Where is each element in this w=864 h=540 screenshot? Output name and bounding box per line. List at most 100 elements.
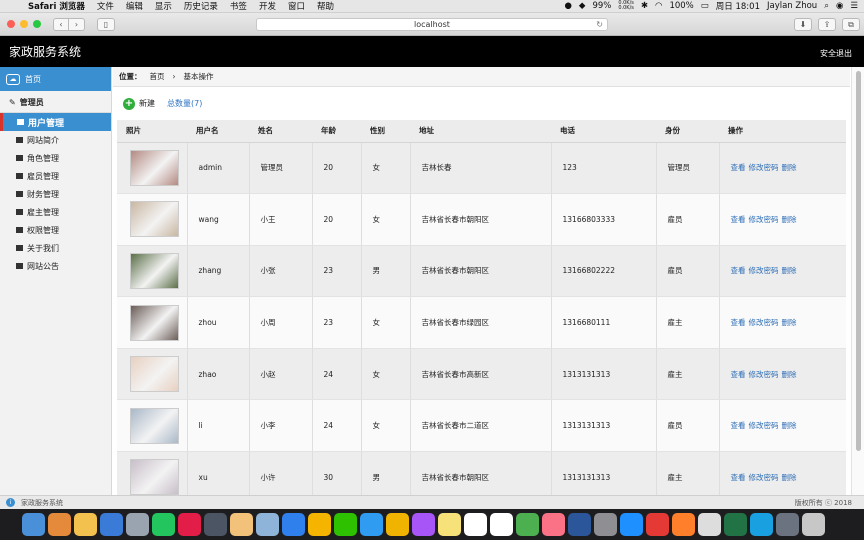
menu-file[interactable]: 文件 [91, 0, 120, 12]
view-link[interactable]: 查看 [731, 421, 746, 430]
sidebar-item-site-intro[interactable]: 网站简介 [0, 131, 111, 149]
safari-dock-icon[interactable] [282, 513, 305, 536]
close-window-button[interactable] [7, 20, 15, 28]
sublime-dock-icon[interactable] [204, 513, 227, 536]
notes-dock-icon[interactable] [438, 513, 461, 536]
tabs-overview-button[interactable]: ⧉ [842, 18, 860, 31]
downloads-dock-icon[interactable] [776, 513, 799, 536]
user-photo[interactable] [130, 252, 179, 289]
chrome-dock-icon[interactable] [308, 513, 331, 536]
delete-link[interactable]: 删除 [782, 370, 797, 379]
forward-button[interactable]: › [69, 17, 85, 31]
reminders-dock-icon[interactable] [464, 513, 487, 536]
launchpad-dock-icon[interactable] [126, 513, 149, 536]
menu-view[interactable]: 显示 [149, 0, 178, 12]
logout-link[interactable]: 安全退出 [820, 48, 852, 59]
view-link[interactable]: 查看 [731, 473, 746, 482]
qqmusic-dock-icon[interactable] [750, 513, 773, 536]
sidebar-item-announcements[interactable]: 网站公告 [0, 257, 111, 275]
delete-link[interactable]: 删除 [782, 266, 797, 275]
user-photo[interactable] [130, 407, 179, 444]
spotlight-search-icon[interactable]: ⌕ [824, 1, 829, 11]
books-dock-icon[interactable] [48, 513, 71, 536]
downloads-button[interactable]: ⬇ [794, 18, 812, 31]
menu-develop[interactable]: 开发 [253, 0, 282, 12]
menu-edit[interactable]: 编辑 [120, 0, 149, 12]
view-link[interactable]: 查看 [731, 163, 746, 172]
sidebar-item-employers[interactable]: 雇主管理 [0, 203, 111, 221]
sidebar-item-finance[interactable]: 财务管理 [0, 185, 111, 203]
delete-link[interactable]: 删除 [782, 421, 797, 430]
menu-history[interactable]: 历史记录 [178, 0, 224, 12]
maps-dock-icon[interactable] [516, 513, 539, 536]
view-link[interactable]: 查看 [731, 318, 746, 327]
view-link[interactable]: 查看 [731, 266, 746, 275]
sublime2-dock-icon[interactable] [672, 513, 695, 536]
delete-link[interactable]: 删除 [782, 163, 797, 172]
trash-dock-icon[interactable] [802, 513, 825, 536]
view-link[interactable]: 查看 [731, 215, 746, 224]
bluetooth-icon[interactable]: ✱ [641, 1, 648, 11]
sidebar-home[interactable]: ☁ 首页 [0, 67, 111, 91]
change-password-link[interactable]: 修改密码 [749, 163, 779, 172]
user-photo[interactable] [130, 149, 179, 186]
word-dock-icon[interactable] [568, 513, 591, 536]
address-bar[interactable]: localhost ↻ [256, 18, 608, 31]
flag-icon[interactable]: ▭ [701, 1, 709, 11]
sequel-dock-icon[interactable] [256, 513, 279, 536]
intellij-dock-icon[interactable] [178, 513, 201, 536]
itunes-dock-icon[interactable] [542, 513, 565, 536]
page-scrollbar[interactable] [851, 67, 864, 495]
breadcrumb-home[interactable]: 首页 [150, 71, 165, 82]
user-photo[interactable] [130, 459, 179, 495]
minimize-window-button[interactable] [20, 20, 28, 28]
cyberduck-dock-icon[interactable] [230, 513, 253, 536]
scrollbar-thumb[interactable] [856, 71, 861, 451]
sidebar-item-about[interactable]: 关于我们 [0, 239, 111, 257]
baidu-dock-icon[interactable] [620, 513, 643, 536]
back-button[interactable]: ‹ [53, 17, 69, 31]
preferences-dock-icon[interactable] [594, 513, 617, 536]
sidebar-item-permissions[interactable]: 权限管理 [0, 221, 111, 239]
sidebar-item-roles[interactable]: 角色管理 [0, 149, 111, 167]
delete-link[interactable]: 删除 [782, 473, 797, 482]
sidebar-toggle-button[interactable]: ▯ [97, 17, 115, 31]
user-photo[interactable] [130, 304, 179, 341]
photos-dock-icon[interactable] [74, 513, 97, 536]
wechat-tray-icon[interactable]: ● [564, 1, 571, 11]
user-photo[interactable] [130, 201, 179, 238]
delete-link[interactable]: 删除 [782, 215, 797, 224]
change-password-link[interactable]: 修改密码 [749, 473, 779, 482]
textedit-dock-icon[interactable] [698, 513, 721, 536]
rp-dock-icon[interactable] [412, 513, 435, 536]
view-link[interactable]: 查看 [731, 370, 746, 379]
bell-icon[interactable]: ◆ [579, 1, 586, 11]
change-password-link[interactable]: 修改密码 [749, 318, 779, 327]
new-button[interactable]: + 新建 [123, 97, 155, 110]
wifi-icon[interactable]: ◠ [655, 1, 662, 11]
sidebar-section-admin[interactable]: ✎ 管理员 [0, 93, 111, 113]
zoom-window-button[interactable] [33, 20, 41, 28]
siri-icon[interactable]: ◉ [836, 1, 843, 11]
preview-dock-icon[interactable] [100, 513, 123, 536]
excel-dock-icon[interactable] [724, 513, 747, 536]
wechat-dock-icon[interactable] [334, 513, 357, 536]
share-button[interactable]: ⇪ [818, 18, 836, 31]
finder-dock-icon[interactable] [22, 513, 45, 536]
menu-app-name[interactable]: Safari 浏览器 [22, 0, 91, 12]
menu-bookmarks[interactable]: 书签 [224, 0, 253, 12]
battery-percent[interactable]: 99% [592, 1, 611, 11]
volume-percent[interactable]: 100% [669, 1, 693, 11]
calendar-dock-icon[interactable] [490, 513, 513, 536]
change-password-link[interactable]: 修改密码 [749, 421, 779, 430]
delete-link[interactable]: 删除 [782, 318, 797, 327]
change-password-link[interactable]: 修改密码 [749, 266, 779, 275]
pycharm-dock-icon[interactable] [152, 513, 175, 536]
qq-dock-icon[interactable] [360, 513, 383, 536]
menu-help[interactable]: 帮助 [311, 0, 340, 12]
change-password-link[interactable]: 修改密码 [749, 215, 779, 224]
sidebar-item-user-management[interactable]: 用户管理 [0, 113, 111, 131]
user-name[interactable]: Jaylan Zhou [767, 1, 817, 11]
user-photo[interactable] [130, 356, 179, 393]
reload-icon[interactable]: ↻ [596, 19, 603, 31]
